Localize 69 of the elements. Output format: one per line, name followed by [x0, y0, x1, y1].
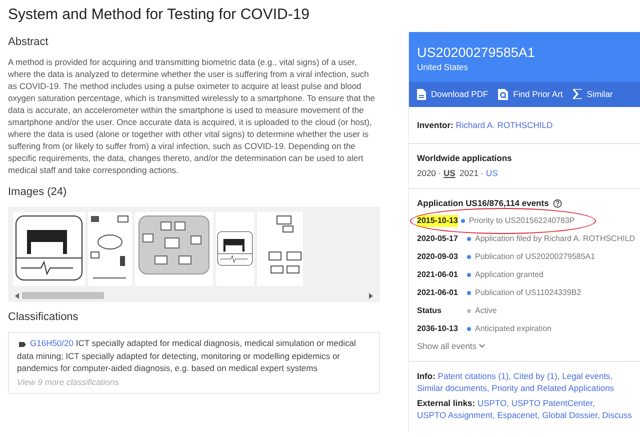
event-date: 2036-10-13 — [417, 322, 459, 335]
info-link[interactable]: Cited by (1) — [513, 370, 558, 381]
separator-comma: , — [486, 383, 490, 394]
more-classifications-link[interactable]: View 9 more classifications — [17, 376, 371, 389]
scrollbar-thumb[interactable] — [22, 292, 104, 300]
external-link[interactable]: USPTO — [477, 398, 507, 408]
event-text: Publication of US20200279585A1 — [475, 250, 596, 263]
event-text: Application granted — [475, 268, 544, 281]
section-heading: Application US16/876,114 events — [417, 196, 549, 210]
abstract-text: A method is provided for acquiring and transmitting biometric data (e.g., vital signs) of a user, where the data is analyzed to determine whether the user is suffering from a viral infection, such as COVID-19. The method includes using a pulse oximeter to acquire at least pulse and blood oxygen saturation percentage, which is transmitted wirelessly to a smartphone. To ensure that the data is accurate, an accelerometer within the smartphone is used to measure movement of the smartphone and/or the user. Once accurate data is acquired, it is uploaded to the cloud (or host), where the data is used (alone or together with other vital signs) to determine whether the user is suffering from (or likely to suffer from) a viral infection, such as COVID-19. Depending on the specific requirements, the data, changes thereto, and/or the determination can be used to alert medical staff and take corresponding actions. — [8, 56, 376, 176]
separator-comma: , — [610, 370, 613, 381]
event-text: Anticipated expiration — [475, 322, 552, 335]
event-date: 2020-05-17 — [417, 232, 459, 245]
figure-drawing[interactable] — [13, 212, 85, 286]
figure-drawing[interactable] — [257, 212, 303, 286]
worldwide-application-link[interactable]: 2021 · US — [460, 167, 498, 180]
figure-drawing[interactable] — [88, 212, 132, 286]
separator-comma: , — [557, 370, 560, 381]
show-all-events-link[interactable]: Show all events — [417, 340, 477, 353]
event-date: Status — [417, 304, 442, 317]
links-label: External links: — [417, 398, 476, 408]
links-label: Info: — [417, 370, 436, 381]
help-icon[interactable] — [553, 198, 562, 208]
separator-comma: , — [592, 398, 595, 408]
event-date: 2015-10-13 — [417, 214, 458, 227]
event-text: Priority to US201562240783P — [468, 214, 575, 227]
external-link[interactable]: Espacenet — [497, 410, 538, 420]
patent-title: System and Method for Testing for COVID-19 — [8, 5, 311, 25]
patent-number: US20200279585A1 — [417, 44, 536, 61]
section-heading: Images (24) — [8, 184, 68, 199]
separator-comma: , — [537, 410, 540, 420]
event-date: 2021-06-01 — [417, 286, 459, 299]
inventor-link[interactable]: Richard A. ROTHSCHILD — [456, 120, 553, 130]
event-text: Application filed by Richard A. ROTHSCHILD — [475, 232, 636, 245]
worldwide-application-link[interactable]: 2020 · US — [417, 167, 456, 180]
tag-icon — [19, 342, 26, 347]
info-link[interactable]: Similar documents — [417, 383, 487, 394]
action-button[interactable]: Find Prior Art — [498, 88, 563, 100]
event-text: Publication of US11024339B2 — [475, 286, 582, 299]
patent-country: United States — [417, 61, 470, 74]
info-link[interactable]: Patent citations (1) — [438, 370, 509, 381]
separator-comma: , — [506, 398, 509, 408]
separator-comma: , — [508, 370, 512, 381]
classification-link[interactable]: G16H50/20 — [30, 338, 74, 348]
event-text: Active — [475, 304, 497, 317]
separator-comma: , — [492, 410, 495, 420]
info-link[interactable]: Legal events — [562, 370, 610, 381]
classification-text: G16H50/20 ICT specially adapted for medical diagnosis, medical simulation or medical data mining; ICT specially adapted for detecting, monitoring or modelling epidemics or pandemics for computer-aided diagnosis, e.g. based on medical expert systems — [17, 337, 357, 374]
chevron-down-icon — [478, 344, 485, 348]
action-button[interactable]: Download PDF — [417, 88, 488, 100]
section-heading: Worldwide applications — [417, 152, 513, 165]
document-icon — [417, 88, 426, 100]
separator-comma: , — [597, 410, 600, 420]
inventor-label: Inventor: — [417, 120, 454, 130]
section-heading: Abstract — [8, 34, 50, 48]
sigma-icon — [572, 89, 582, 100]
search-icon — [498, 88, 508, 100]
external-link[interactable]: USPTO Assignment — [417, 410, 492, 420]
section-heading: Classifications — [8, 310, 80, 324]
info-link[interactable]: Priority and Related Applications — [492, 383, 614, 394]
event-date: 2021-06-01 — [417, 268, 459, 281]
scroll-right-icon[interactable] — [369, 292, 373, 299]
action-button[interactable]: Similar — [572, 88, 613, 100]
external-link[interactable]: USPTO PatentCenter — [511, 398, 592, 408]
event-date: 2020-09-03 — [417, 250, 459, 263]
external-link[interactable]: Global Dossier — [542, 410, 598, 420]
scroll-left-icon[interactable] — [15, 292, 19, 299]
external-link[interactable]: Discuss — [602, 410, 632, 420]
figure-drawing[interactable] — [216, 212, 254, 286]
